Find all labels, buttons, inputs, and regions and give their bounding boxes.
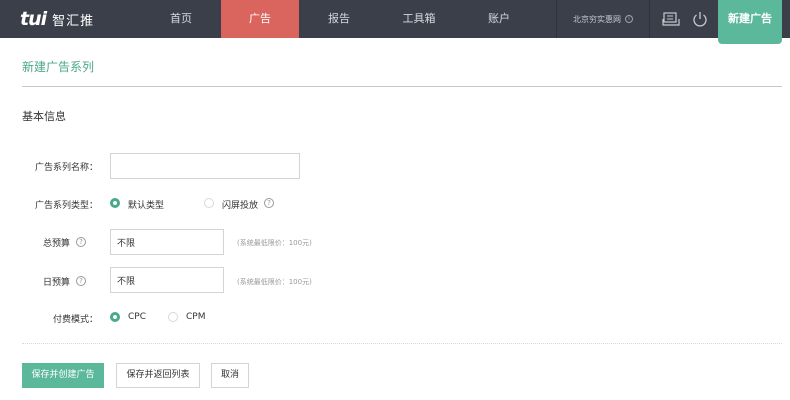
logo-text: 智汇推 (52, 13, 95, 29)
info-icon: i (625, 15, 633, 23)
nav-item-home[interactable]: 首页 (141, 0, 221, 38)
logo[interactable]: tui 智汇推 (20, 8, 94, 30)
total-budget-help-icon[interactable]: ? (76, 237, 86, 247)
new-ad-button[interactable]: 新建广告 (718, 0, 782, 44)
inbox-icon[interactable] (662, 11, 680, 27)
account-switcher[interactable]: 北京穷实惠网 i (556, 0, 650, 38)
top-navigation-bar: tui 智汇推 首页 广告 报告 工具箱 账户 北京穷实惠网 i 新建广告 (0, 0, 790, 44)
section-title-basic-info: 基本信息 (22, 110, 66, 123)
radio-splash-type-label: 闪屏投放 (222, 201, 259, 211)
radio-default-type[interactable] (110, 198, 120, 208)
series-name-input[interactable] (110, 153, 300, 179)
form-separator (22, 343, 782, 344)
logo-mark: tui (20, 8, 47, 30)
cancel-button[interactable]: 取消 (211, 363, 249, 388)
series-type-label: 广告系列类型： (34, 201, 98, 211)
page-title: 新建广告系列 (22, 60, 95, 74)
radio-cpc-label: CPC (128, 312, 146, 322)
billing-mode-label: 付费模式： (52, 315, 98, 325)
series-name-label: 广告系列名称： (34, 163, 98, 173)
radio-cpm[interactable] (168, 312, 178, 322)
save-and-return-button[interactable]: 保存并返回列表 (116, 363, 200, 388)
radio-splash-type[interactable] (204, 198, 214, 208)
save-and-create-ad-button[interactable]: 保存并创建广告 (22, 363, 104, 388)
daily-budget-help-icon[interactable]: ? (76, 276, 86, 286)
nav-item-reports[interactable]: 报告 (299, 0, 379, 38)
nav-item-account[interactable]: 账户 (459, 0, 539, 38)
daily-budget-input[interactable] (110, 267, 224, 293)
radio-cpc[interactable] (110, 312, 120, 322)
radio-default-type-label: 默认类型 (128, 201, 165, 211)
power-icon[interactable] (691, 11, 709, 27)
daily-budget-hint: (系统最低限价：100元) (237, 278, 312, 286)
series-type-help-icon[interactable]: ? (264, 198, 274, 208)
radio-cpm-label: CPM (186, 312, 206, 322)
total-budget-hint: (系统最低限价：100元) (237, 239, 312, 247)
total-budget-label: 总预算 (42, 239, 70, 249)
daily-budget-label: 日预算 (42, 278, 70, 288)
account-name: 北京穷实惠网 (573, 14, 621, 24)
nav-item-toolbox[interactable]: 工具箱 (379, 0, 459, 38)
nav-item-ads[interactable]: 广告 (221, 0, 299, 38)
title-divider (22, 86, 782, 87)
total-budget-input[interactable] (110, 229, 224, 255)
